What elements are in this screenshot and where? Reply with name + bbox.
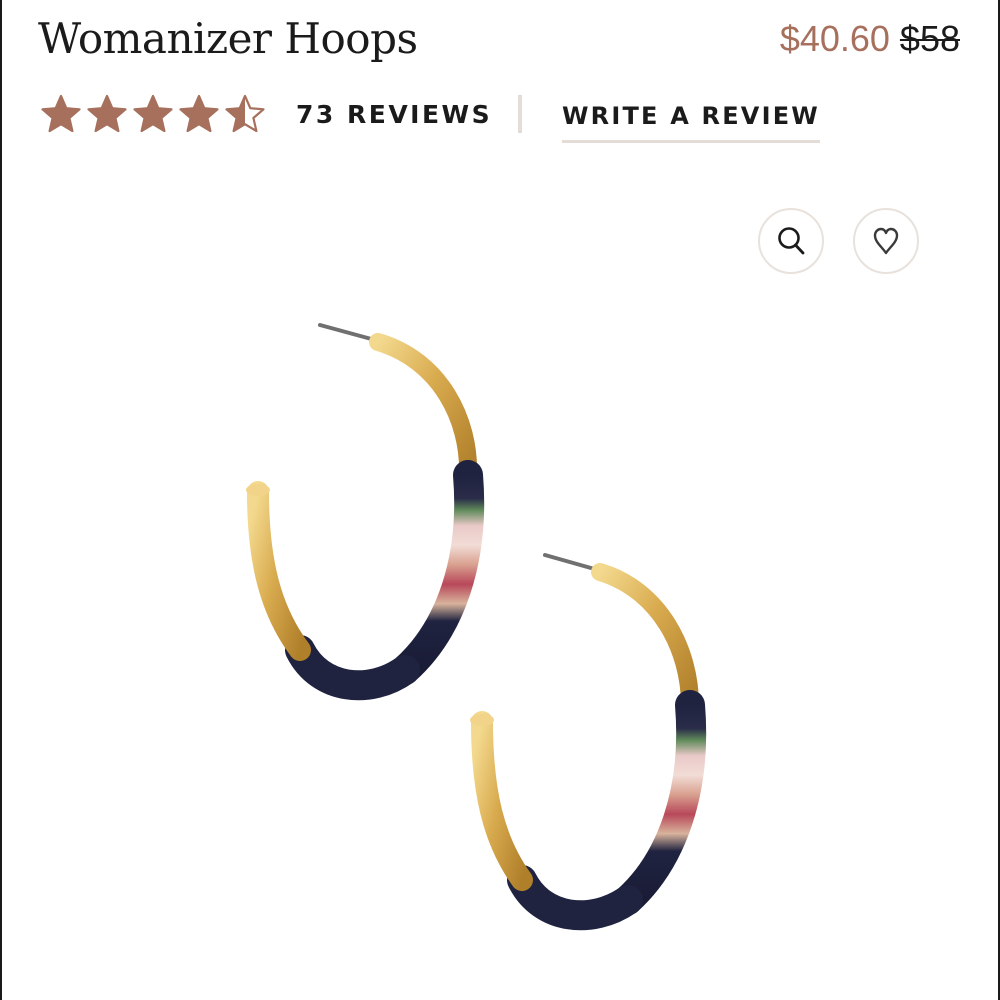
price-block: $40.60 $58 [780,18,960,60]
star-rating[interactable] [40,93,266,135]
star-full-icon [179,94,219,133]
zoom-button[interactable] [758,208,824,274]
rating-row: 73 REVIEWS [40,92,492,136]
star-full-icon [41,94,81,133]
reviews-link[interactable]: 73 REVIEWS [296,100,492,129]
product-image-earrings [246,323,707,931]
original-price: $58 [899,18,960,59]
frame-border-left [0,0,2,1000]
star-half-icon [225,94,265,133]
earring-front [470,553,707,931]
product-title: Womanizer Hoops [38,14,418,63]
sale-price: $40.60 [779,18,890,59]
star-full-icon [133,94,173,133]
star-full-icon [87,94,127,133]
earring-back [246,323,485,701]
wishlist-button[interactable] [853,208,919,274]
heart-icon [873,227,899,255]
rating-divider [518,95,522,133]
magnifier-icon [778,227,805,255]
write-review-link[interactable]: WRITE A REVIEW [562,102,820,143]
